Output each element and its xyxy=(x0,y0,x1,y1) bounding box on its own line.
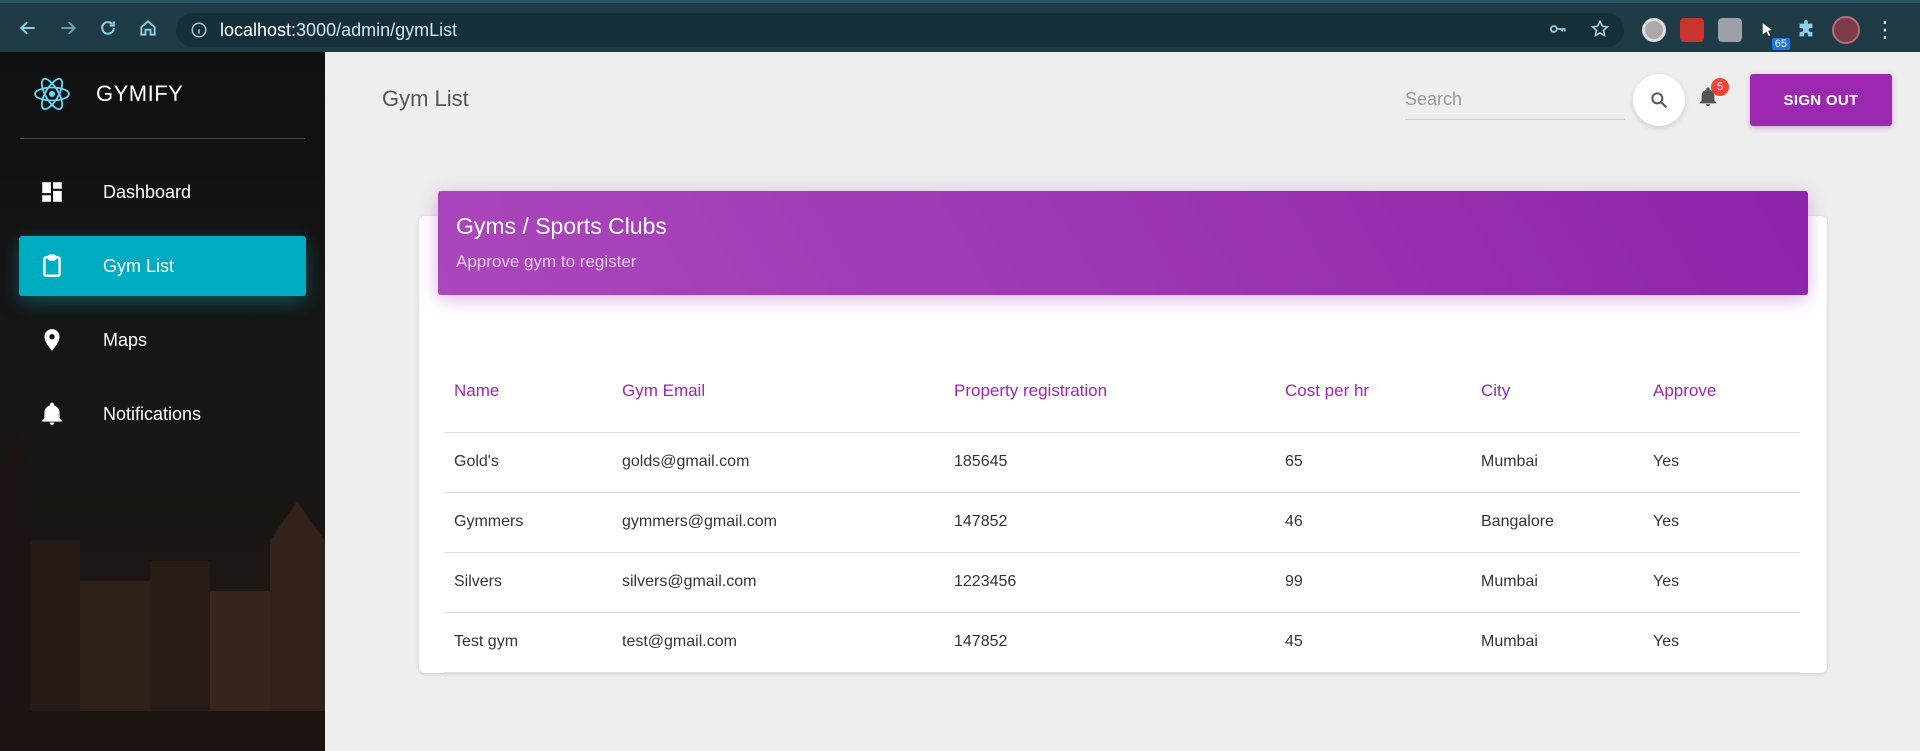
cell-name: Silvers xyxy=(444,552,612,613)
brand-name: GYMIFY xyxy=(96,81,184,106)
url-text[interactable]: localhost:3000/admin/gymList xyxy=(220,20,457,41)
extensions-tray: 65 ⋮ xyxy=(1636,13,1910,50)
cell-city: Bangalore xyxy=(1471,492,1643,553)
card-title: Gyms / Sports Clubs xyxy=(456,213,667,239)
sidebar-item-label: Notifications xyxy=(103,403,202,424)
cell-approve[interactable]: Yes xyxy=(1643,492,1800,553)
address-bar[interactable]: localhost:3000/admin/gymList xyxy=(176,13,1624,47)
table-row[interactable]: Test gym test@gmail.com 147852 45 Mumbai… xyxy=(444,612,1800,673)
dashboard-icon xyxy=(42,182,62,202)
page-title: Gym List xyxy=(382,86,469,111)
cell-approve[interactable]: Yes xyxy=(1643,612,1800,673)
brand[interactable]: GYMIFY xyxy=(30,72,183,116)
search-input[interactable] xyxy=(1405,80,1625,119)
column-header-property-registration[interactable]: Property registration xyxy=(944,350,1275,433)
cell-email: gymmers@gmail.com xyxy=(612,492,944,553)
sidebar-menu: Dashboard Gym List Maps Notifications xyxy=(19,162,306,458)
column-header-gym-email[interactable]: Gym Email xyxy=(612,350,944,433)
home-icon[interactable] xyxy=(128,8,168,48)
cell-approve[interactable]: Yes xyxy=(1643,432,1800,493)
cell-cost-per-hr: 99 xyxy=(1275,552,1471,613)
forward-icon[interactable] xyxy=(48,8,88,48)
cell-city: Mumbai xyxy=(1471,612,1643,673)
sidebar-item-label: Maps xyxy=(103,329,148,350)
cell-city: Mumbai xyxy=(1471,552,1643,613)
extension-gray-icon[interactable] xyxy=(1718,18,1742,42)
clipboard-icon xyxy=(43,254,61,277)
key-icon[interactable] xyxy=(1548,19,1568,39)
cell-email: test@gmail.com xyxy=(612,612,944,673)
info-icon[interactable] xyxy=(190,21,208,39)
sidebar-item-label: Gym List xyxy=(103,255,175,276)
cell-approve[interactable]: Yes xyxy=(1643,552,1800,613)
sidebar-item-dashboard[interactable]: Dashboard xyxy=(19,162,306,222)
cell-email: golds@gmail.com xyxy=(612,432,944,493)
table-row[interactable]: Silvers silvers@gmail.com 1223456 99 Mum… xyxy=(444,552,1800,613)
extension-record-icon[interactable] xyxy=(1642,18,1666,42)
cell-name: Gymmers xyxy=(444,492,612,553)
main-content: Gym List 5 SIGN OUT Gyms / Sports Clubs … xyxy=(325,52,1920,751)
browser-toolbar: localhost:3000/admin/gymList 65 ⋮ xyxy=(0,0,1920,52)
cell-property-registration: 185645 xyxy=(944,432,1275,493)
sign-out-button[interactable]: SIGN OUT xyxy=(1750,74,1892,126)
gym-table: Name Gym Email Property registration Cos… xyxy=(444,350,1800,673)
search-field xyxy=(1405,80,1625,120)
card-subtitle: Approve gym to register xyxy=(456,252,637,271)
column-header-name[interactable]: Name xyxy=(444,350,612,433)
cell-name: Test gym xyxy=(444,612,612,673)
notification-count-badge: 5 xyxy=(1711,78,1729,96)
brand-divider xyxy=(20,138,305,139)
cell-name: Gold's xyxy=(444,432,612,493)
extension-badge: 65 xyxy=(1771,38,1790,50)
column-header-cost-per-hr[interactable]: Cost per hr xyxy=(1275,350,1471,433)
table-row[interactable]: Gold's golds@gmail.com 185645 65 Mumbai … xyxy=(444,432,1800,493)
sidebar-item-notifications[interactable]: Notifications xyxy=(19,384,306,444)
cell-cost-per-hr: 65 xyxy=(1275,432,1471,493)
more-menu-icon[interactable]: ⋮ xyxy=(1874,19,1896,41)
profile-avatar[interactable] xyxy=(1832,16,1860,44)
table-row[interactable]: Gymmers gymmers@gmail.com 147852 46 Bang… xyxy=(444,492,1800,553)
search-icon xyxy=(1651,92,1668,109)
sidebar-item-gym-list[interactable]: Gym List xyxy=(19,236,306,296)
cell-city: Mumbai xyxy=(1471,432,1643,493)
reload-icon[interactable] xyxy=(88,8,128,48)
back-icon[interactable] xyxy=(8,8,48,48)
cell-cost-per-hr: 45 xyxy=(1275,612,1471,673)
notifications-button[interactable]: 5 xyxy=(1697,78,1729,116)
card-header: Gyms / Sports Clubs Approve gym to regis… xyxy=(438,191,1808,295)
extension-red-icon[interactable] xyxy=(1680,18,1704,42)
bell-icon xyxy=(42,402,62,425)
cell-property-registration: 1223456 xyxy=(944,552,1275,613)
star-icon[interactable] xyxy=(1590,19,1610,39)
sidebar-item-label: Dashboard xyxy=(103,181,192,202)
cell-email: silvers@gmail.com xyxy=(612,552,944,613)
column-header-city[interactable]: City xyxy=(1471,350,1643,433)
cell-property-registration: 147852 xyxy=(944,492,1275,553)
location-pin-icon xyxy=(44,329,60,351)
extension-cursor-icon[interactable]: 65 xyxy=(1756,18,1790,50)
react-logo-icon xyxy=(34,78,70,110)
search-button[interactable] xyxy=(1633,74,1685,126)
sidebar-item-maps[interactable]: Maps xyxy=(19,310,306,370)
column-header-approve[interactable]: Approve xyxy=(1643,350,1800,433)
cell-cost-per-hr: 46 xyxy=(1275,492,1471,553)
table-header-row: Name Gym Email Property registration Cos… xyxy=(444,350,1800,433)
puzzle-icon[interactable] xyxy=(1794,18,1818,42)
sidebar: GYMIFY Dashboard Gym List Maps Notificat… xyxy=(0,52,325,751)
cell-property-registration: 147852 xyxy=(944,612,1275,673)
